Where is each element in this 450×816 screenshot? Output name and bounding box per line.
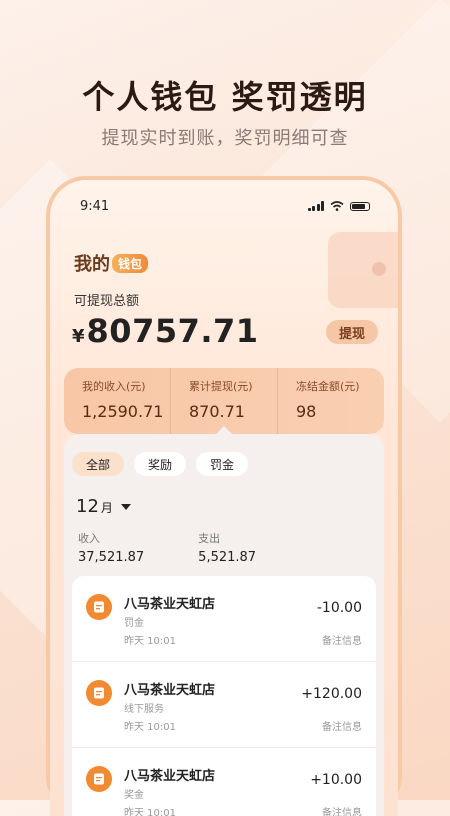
stat-frozen[interactable]: 冻结金额(元) 98 — [277, 368, 384, 434]
wallet-title-tag: 钱包 — [112, 253, 149, 273]
month-selector[interactable]: 12 月 — [76, 496, 131, 517]
signal-icon — [307, 201, 324, 211]
stat-income[interactable]: 我的收入(元) 1,2590.71 — [64, 368, 170, 434]
record-title: 八马茶业天虹店 — [124, 683, 216, 698]
document-icon — [86, 594, 112, 620]
balance-label: 可提现总额 — [74, 294, 140, 309]
balance-value: 80757.71 — [86, 312, 259, 350]
expense-value: 5,521.87 — [198, 550, 257, 565]
phone-frame: 9:41 我的 钱包 可提现总额 ¥ 80757.71 提现 我的收入(元) 1… — [46, 176, 402, 816]
record-note: 备注信息 — [322, 808, 362, 816]
record-type: 罚金 — [124, 618, 144, 629]
document-icon — [86, 766, 112, 792]
record-note: 备注信息 — [322, 636, 362, 647]
income-value: 37,521.87 — [78, 550, 145, 565]
record-time: 昨天 10:01 — [124, 808, 176, 816]
withdraw-button[interactable]: 提现 — [326, 320, 378, 344]
month-unit: 月 — [100, 501, 113, 515]
wallet-illustration — [328, 232, 398, 308]
income-summary: 收入 37,521.87 — [78, 530, 144, 565]
list-item[interactable]: 八马茶业天虹店 奖金 昨天 10:01 +10.00 备注信息 — [72, 748, 376, 816]
app-screen: 9:41 我的 钱包 可提现总额 ¥ 80757.71 提现 我的收入(元) 1… — [50, 180, 398, 816]
status-icons — [307, 201, 370, 211]
stat-value: 1,2590.71 — [82, 402, 164, 421]
record-amount: -10.00 — [316, 600, 362, 616]
records-panel: 全部 奖励 罚金 12 月 收入 37,521.87 支出 5,521.87 八… — [64, 426, 384, 816]
list-item[interactable]: 八马茶业天虹店 罚金 昨天 10:01 -10.00 备注信息 — [72, 576, 376, 662]
record-time: 昨天 10:01 — [124, 636, 176, 647]
record-title: 八马茶业天虹店 — [124, 597, 216, 612]
wallet-title: 我的 钱包 — [74, 250, 149, 276]
filter-tabs: 全部 奖励 罚金 — [72, 452, 249, 476]
stat-label: 冻结金额(元) — [296, 380, 360, 393]
month-number: 12 — [76, 496, 99, 517]
stat-label: 累计提现(元) — [189, 380, 253, 393]
promo-headline: 个人钱包 奖罚透明 — [82, 78, 368, 116]
stat-value: 870.71 — [189, 402, 245, 421]
stat-value: 98 — [296, 402, 317, 421]
record-note: 备注信息 — [322, 722, 362, 733]
document-icon — [86, 680, 112, 706]
stat-withdrawn[interactable]: 累计提现(元) 870.71 — [170, 368, 277, 434]
balance-amount: ¥ 80757.71 — [72, 312, 259, 350]
filter-all[interactable]: 全部 — [72, 452, 125, 476]
filter-reward[interactable]: 奖励 — [134, 452, 187, 476]
expense-label: 支出 — [198, 532, 221, 545]
wallet-title-main: 我的 — [74, 254, 110, 275]
battery-icon — [350, 201, 370, 211]
record-type: 线下服务 — [124, 704, 164, 715]
panel-pointer — [216, 426, 232, 434]
currency-symbol: ¥ — [72, 326, 85, 347]
record-time: 昨天 10:01 — [124, 722, 176, 733]
record-amount: +10.00 — [310, 772, 362, 788]
filter-penalty[interactable]: 罚金 — [196, 452, 249, 476]
stats-card: 我的收入(元) 1,2590.71 累计提现(元) 870.71 冻结金额(元)… — [64, 368, 384, 434]
wifi-icon — [330, 201, 344, 211]
status-bar: 9:41 — [80, 198, 370, 214]
status-time: 9:41 — [80, 198, 110, 214]
records-list: 八马茶业天虹店 罚金 昨天 10:01 -10.00 备注信息 八马茶业天虹店 … — [72, 576, 376, 816]
income-label: 收入 — [78, 532, 100, 545]
month-summary: 收入 37,521.87 支出 5,521.87 — [78, 530, 256, 565]
caret-down-icon — [120, 503, 131, 510]
record-title: 八马茶业天虹店 — [124, 769, 216, 784]
promo-subline: 提现实时到账，奖罚明细可查 — [101, 128, 349, 149]
list-item[interactable]: 八马茶业天虹店 线下服务 昨天 10:01 +120.00 备注信息 — [72, 662, 376, 748]
record-type: 奖金 — [124, 790, 144, 801]
expense-summary: 支出 5,521.87 — [198, 530, 256, 565]
stat-label: 我的收入(元) — [82, 380, 146, 393]
record-amount: +120.00 — [301, 686, 362, 702]
